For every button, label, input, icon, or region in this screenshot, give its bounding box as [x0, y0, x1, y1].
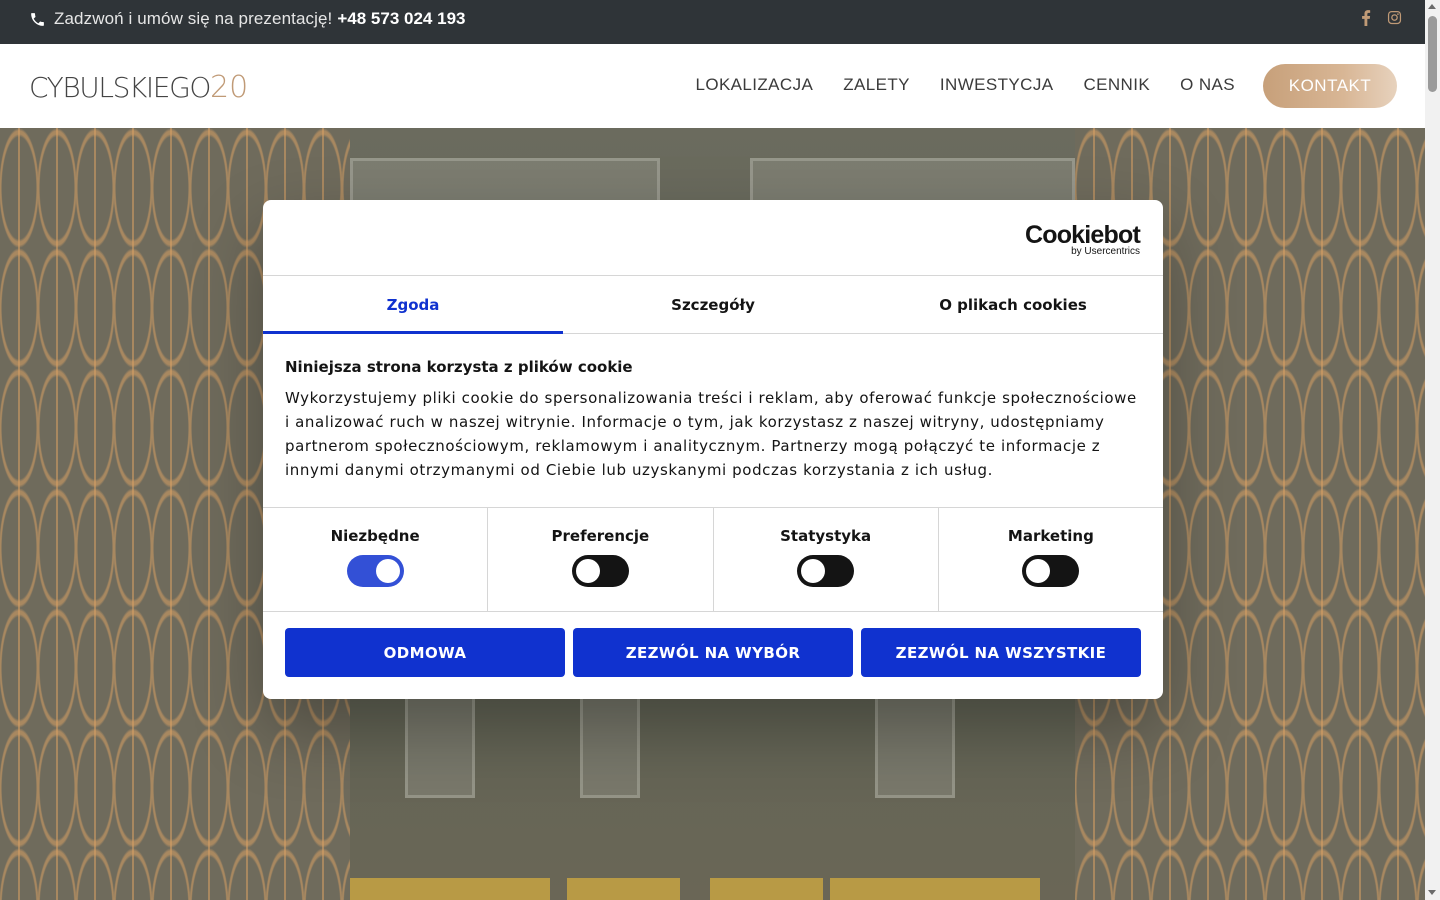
dialog-buttons: ODMOWA ZEZWÓL NA WYBÓR ZEZWÓL NA WSZYSTK…	[263, 612, 1163, 677]
toggle-group-marketing: Marketing	[939, 508, 1163, 611]
decorative-strip	[350, 878, 550, 900]
allow-selection-button[interactable]: ZEZWÓL NA WYBÓR	[573, 628, 853, 677]
facebook-icon[interactable]	[1359, 10, 1373, 26]
phone-number[interactable]: +48 573 024 193	[337, 9, 465, 29]
cookiebot-logo: Cookiebot by Usercentrics	[1024, 221, 1141, 257]
tab-zgoda[interactable]: Zgoda	[263, 276, 563, 334]
tab-szczegoly[interactable]: Szczegóły	[563, 276, 863, 333]
tab-o-plikach-cookies[interactable]: O plikach cookies	[863, 276, 1163, 333]
contact-button[interactable]: KONTAKT	[1263, 64, 1397, 108]
phone-icon	[29, 11, 46, 28]
deny-button[interactable]: ODMOWA	[285, 628, 565, 677]
facade-window	[580, 688, 640, 798]
toggle-knob	[375, 559, 400, 583]
toggle-label: Niezbędne	[330, 527, 420, 545]
toggle-label: Statystyka	[780, 527, 872, 545]
dialog-heading: Niniejsza strona korzysta z plików cooki…	[285, 358, 633, 376]
toggle-knob	[575, 559, 600, 583]
dialog-tabs: Zgoda Szczegóły O plikach cookies	[263, 276, 1163, 334]
dialog-description: Wykorzystujemy pliki cookie do spersonal…	[285, 389, 1137, 479]
toggle-label: Preferencje	[551, 527, 650, 545]
scroll-down-icon[interactable]	[1428, 890, 1436, 895]
toggle-niezbedne[interactable]	[346, 555, 404, 587]
decorative-strip	[710, 878, 823, 900]
scrollbar-thumb[interactable]	[1428, 16, 1437, 92]
toggle-statystyka[interactable]	[797, 555, 855, 587]
nav-item-inwestycja[interactable]: INWESTYCJA	[940, 75, 1054, 95]
logo-number: 20	[210, 70, 249, 105]
logo-text: CYBULSKIEGO	[29, 71, 211, 104]
toggle-group-niezbedne: Niezbędne	[263, 508, 489, 611]
toggle-label: Marketing	[1007, 527, 1094, 545]
toggle-knob	[1026, 559, 1051, 583]
page-scrollbar[interactable]	[1425, 0, 1440, 900]
toggle-group-statystyka: Statystyka	[714, 508, 939, 611]
call-text: Zadzwoń i umów się na prezentację!	[54, 9, 333, 28]
nav-item-zalety[interactable]: ZALETY	[843, 75, 910, 95]
phone-contact[interactable]: Zadzwoń i umów się na prezentację! +48 5…	[29, 9, 465, 29]
decorative-strip	[567, 878, 680, 900]
site-header: CYBULSKIEGO20 LOKALIZACJA ZALETY INWESTY…	[0, 44, 1425, 128]
dialog-body: Niniejsza strona korzysta z plików cooki…	[263, 334, 1163, 508]
scroll-up-icon[interactable]	[1428, 4, 1436, 9]
cookiebot-brand: Cookiebot	[1024, 221, 1141, 249]
toggle-marketing[interactable]	[1022, 555, 1080, 587]
site-logo[interactable]: CYBULSKIEGO20	[29, 70, 248, 105]
toggle-preferencje[interactable]	[571, 555, 629, 587]
instagram-icon[interactable]	[1387, 10, 1402, 26]
facade-window	[405, 688, 475, 798]
decorative-strip	[830, 878, 1040, 900]
dialog-header: Cookiebot by Usercentrics	[263, 200, 1163, 276]
social-links	[1359, 10, 1425, 26]
toggle-knob	[801, 559, 826, 583]
top-bar: Zadzwoń i umów się na prezentację! +48 5…	[0, 0, 1425, 44]
consent-toggles: Niezbędne Preferencje Statystyka Marketi…	[263, 508, 1163, 612]
cookie-consent-dialog: Cookiebot by Usercentrics Zgoda Szczegół…	[263, 200, 1163, 699]
toggle-group-preferencje: Preferencje	[488, 508, 714, 611]
nav-item-lokalizacja[interactable]: LOKALIZACJA	[695, 75, 813, 95]
allow-all-button[interactable]: ZEZWÓL NA WSZYSTKIE	[861, 628, 1141, 677]
nav-item-o-nas[interactable]: O NAS	[1180, 75, 1235, 95]
facade-window	[875, 688, 955, 798]
main-nav: LOKALIZACJA ZALETY INWESTYCJA CENNIK O N…	[695, 75, 1235, 95]
nav-item-cennik[interactable]: CENNIK	[1083, 75, 1150, 95]
